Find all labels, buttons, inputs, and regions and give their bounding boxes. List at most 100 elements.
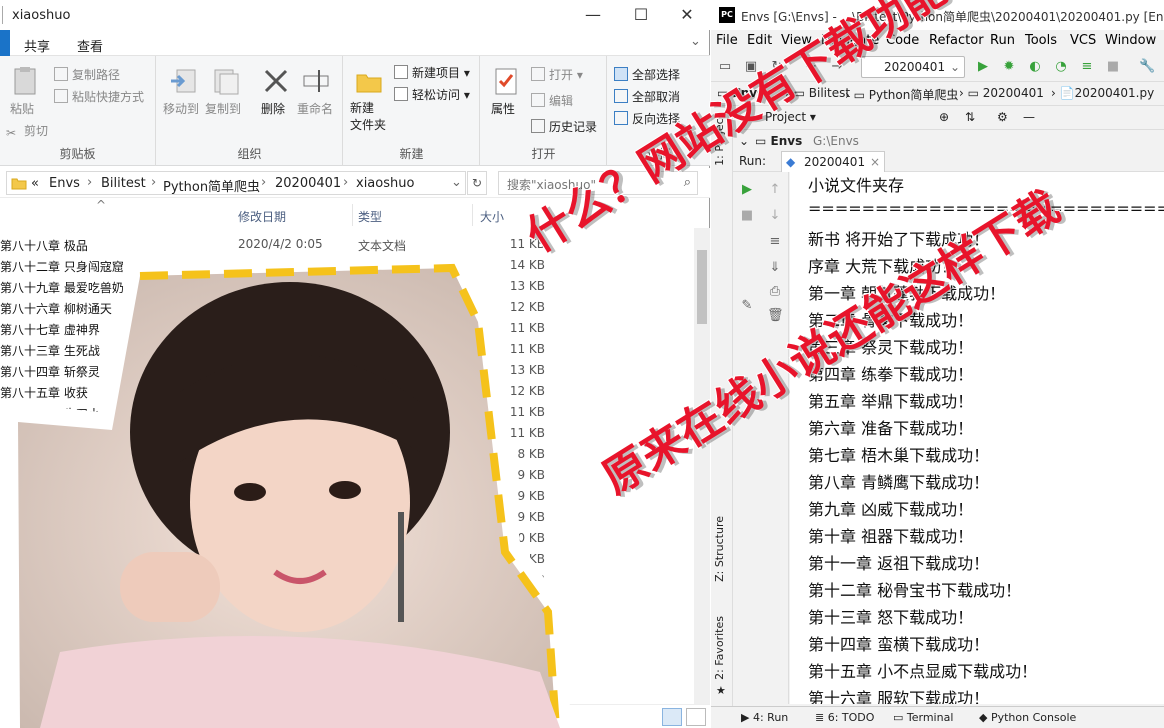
run-tool-button[interactable]: ▶ 4: Run bbox=[741, 711, 788, 724]
close-button[interactable]: ✕ bbox=[664, 2, 710, 28]
nav-20200401-label: 20200401 bbox=[982, 86, 1044, 100]
project-tree-root[interactable]: ⌄ ▭ Envs G:\Envs bbox=[733, 130, 1164, 152]
run-icon[interactable]: ▶ bbox=[975, 59, 991, 75]
stop-run-icon[interactable]: ■ bbox=[739, 208, 755, 224]
run-tab-label: 20200401 bbox=[804, 155, 866, 169]
organize-group: 移动到 复制到 删除 重命名 组织 bbox=[157, 56, 343, 166]
details-view-button[interactable] bbox=[662, 708, 682, 726]
history-icon bbox=[531, 119, 545, 133]
column-type[interactable]: 类型 bbox=[358, 208, 382, 225]
stop-icon[interactable]: ■ bbox=[1105, 59, 1121, 75]
column-divider[interactable] bbox=[352, 204, 353, 226]
file-tab-edge[interactable] bbox=[0, 30, 10, 56]
minimize-button[interactable]: — bbox=[570, 2, 616, 28]
select-none-button[interactable]: 全部取消 bbox=[614, 88, 680, 105]
structure-tool-tab[interactable]: Z: Structure bbox=[713, 516, 726, 582]
menu-refactor[interactable]: Refactor bbox=[929, 33, 984, 48]
copy-path-button[interactable]: 复制路径 bbox=[54, 66, 120, 83]
menu-edit[interactable]: Edit bbox=[747, 33, 772, 48]
delete-button[interactable]: 删除 bbox=[261, 100, 285, 117]
column-divider[interactable] bbox=[472, 204, 473, 226]
profile-icon[interactable]: ◔ bbox=[1053, 59, 1069, 75]
menu-file[interactable]: File bbox=[716, 33, 738, 48]
gear-icon[interactable]: ⚙ bbox=[997, 110, 1008, 124]
copy-to-button[interactable]: 复制到 bbox=[205, 100, 241, 117]
new-item-button[interactable]: 新建项目 ▾ bbox=[394, 64, 470, 81]
rerun-icon[interactable]: ▶ bbox=[739, 182, 755, 198]
tab-share[interactable]: 共享 bbox=[24, 36, 50, 55]
select-all-button[interactable]: 全部选择 bbox=[614, 66, 680, 83]
scrollbar-thumb[interactable] bbox=[697, 250, 707, 324]
favorites-tool-tab[interactable]: 2: Favorites bbox=[713, 616, 726, 680]
breadcrumb-separator[interactable]: › bbox=[151, 175, 156, 190]
menu-tools[interactable]: Tools bbox=[1025, 33, 1057, 48]
large-icons-view-button[interactable] bbox=[686, 708, 706, 726]
target-icon[interactable]: ⊕ bbox=[939, 110, 949, 124]
star-icon[interactable]: ★ bbox=[716, 684, 726, 697]
debug-icon[interactable]: ✹ bbox=[1001, 59, 1017, 75]
nav-file[interactable]: › 📄20200401.py bbox=[1051, 86, 1154, 100]
collapse-icon[interactable]: ⇅ bbox=[965, 110, 975, 124]
console-line: 第十五章 小不点显威下载成功！ bbox=[808, 662, 1038, 681]
terminal-tool-button[interactable]: ▭ Terminal bbox=[893, 711, 953, 724]
nav-20200401[interactable]: › ▭ 20200401 bbox=[959, 86, 1044, 100]
breadcrumb-separator[interactable]: › bbox=[87, 175, 92, 190]
easy-access-icon bbox=[394, 87, 408, 101]
breadcrumb-separator[interactable]: › bbox=[343, 175, 348, 190]
easy-access-button[interactable]: 轻松访问 ▾ bbox=[394, 86, 470, 103]
nav-python[interactable]: › ▭ Python简单爬虫 bbox=[845, 86, 958, 103]
organize-group-label: 组织 bbox=[237, 147, 262, 161]
column-date[interactable]: 修改日期 bbox=[238, 208, 286, 225]
todo-tool-button[interactable]: ≣ 6: TODO bbox=[815, 711, 874, 724]
menu-window[interactable]: Window bbox=[1105, 33, 1156, 48]
wrench-icon[interactable]: 🔧 bbox=[1139, 59, 1155, 75]
coverage-icon[interactable]: ◐ bbox=[1027, 59, 1043, 75]
console-line: 小说文件夹存 bbox=[808, 176, 905, 195]
refresh-button[interactable]: ↻ bbox=[467, 171, 487, 195]
rename-button[interactable]: 重命名 bbox=[297, 100, 333, 117]
new-folder-button[interactable]: 新建 文件夹 bbox=[350, 100, 386, 134]
scroll-end-icon[interactable]: ⇓ bbox=[767, 260, 783, 276]
run-config-dropdown[interactable]: 20200401 ⌄ bbox=[861, 56, 965, 78]
scroll-up-icon[interactable]: ↑ bbox=[767, 182, 783, 198]
open-button[interactable]: 打开 ▾ bbox=[531, 66, 583, 83]
close-tab-icon[interactable]: × bbox=[870, 155, 880, 169]
paste-button[interactable]: 粘贴 bbox=[10, 100, 34, 117]
cut-button[interactable]: ✂ 剪切 bbox=[6, 122, 48, 140]
breadcrumb-separator[interactable]: › bbox=[261, 175, 266, 190]
ribbon-collapse-icon[interactable]: ⌄ bbox=[690, 34, 701, 49]
run-tab[interactable]: ◆ 20200401 × bbox=[781, 151, 885, 172]
breadcrumb-20200401[interactable]: 20200401 bbox=[275, 176, 341, 191]
maximize-button[interactable]: ☐ bbox=[618, 2, 664, 28]
ribbon: 粘贴 ✂ 剪切 复制路径 粘贴快捷方式 剪贴板 移动到 复制到 删除 重命名 组织 bbox=[0, 56, 710, 166]
breadcrumb-python[interactable]: Python简单爬虫 bbox=[163, 176, 260, 195]
console-line: 第十一章 返祖下载成功！ bbox=[808, 554, 990, 573]
bottom-tool-bar: ▶ 4: Run ≣ 6: TODO ▭ Terminal ◆ Python C… bbox=[711, 706, 1164, 728]
soft-wrap-icon[interactable]: ≡ bbox=[767, 234, 783, 250]
file-list-scrollbar[interactable] bbox=[694, 228, 710, 708]
breadcrumb-envs[interactable]: Envs bbox=[49, 176, 80, 191]
breadcrumb-xiaoshuo[interactable]: xiaoshuo bbox=[356, 176, 414, 191]
history-button[interactable]: 历史记录 bbox=[531, 118, 597, 135]
paste-shortcut-button[interactable]: 粘贴快捷方式 bbox=[54, 88, 144, 105]
trash-icon[interactable]: 🗑 bbox=[767, 308, 784, 324]
explorer-title: xiaoshuo bbox=[12, 8, 71, 23]
python-console-button[interactable]: ◆ Python Console bbox=[979, 711, 1076, 724]
hide-icon[interactable]: — bbox=[1023, 110, 1035, 124]
scroll-down-icon[interactable]: ↓ bbox=[767, 208, 783, 224]
edit-button[interactable]: 编辑 bbox=[531, 92, 573, 109]
move-to-button[interactable]: 移动到 bbox=[163, 100, 199, 117]
breadcrumb-bilitest[interactable]: Bilitest bbox=[101, 176, 146, 191]
project-root-name: ▭ Envs bbox=[755, 134, 803, 148]
breadcrumb-overflow[interactable]: « bbox=[31, 176, 39, 191]
address-bar[interactable]: « Envs › Bilitest › Python简单爬虫 › 2020040… bbox=[6, 171, 466, 195]
properties-button[interactable]: 属性 bbox=[491, 100, 515, 117]
tab-view[interactable]: 查看 bbox=[77, 36, 103, 55]
address-dropdown-icon[interactable]: ⌄ bbox=[451, 175, 462, 190]
pin-icon[interactable]: ✎ bbox=[739, 298, 755, 314]
concurrency-icon[interactable]: ≡ bbox=[1079, 59, 1095, 75]
column-size[interactable]: 大小 bbox=[480, 208, 504, 225]
menu-vcs[interactable]: VCS bbox=[1070, 33, 1096, 48]
menu-run[interactable]: Run bbox=[990, 33, 1015, 48]
print-icon[interactable]: ⎙ bbox=[767, 284, 783, 300]
